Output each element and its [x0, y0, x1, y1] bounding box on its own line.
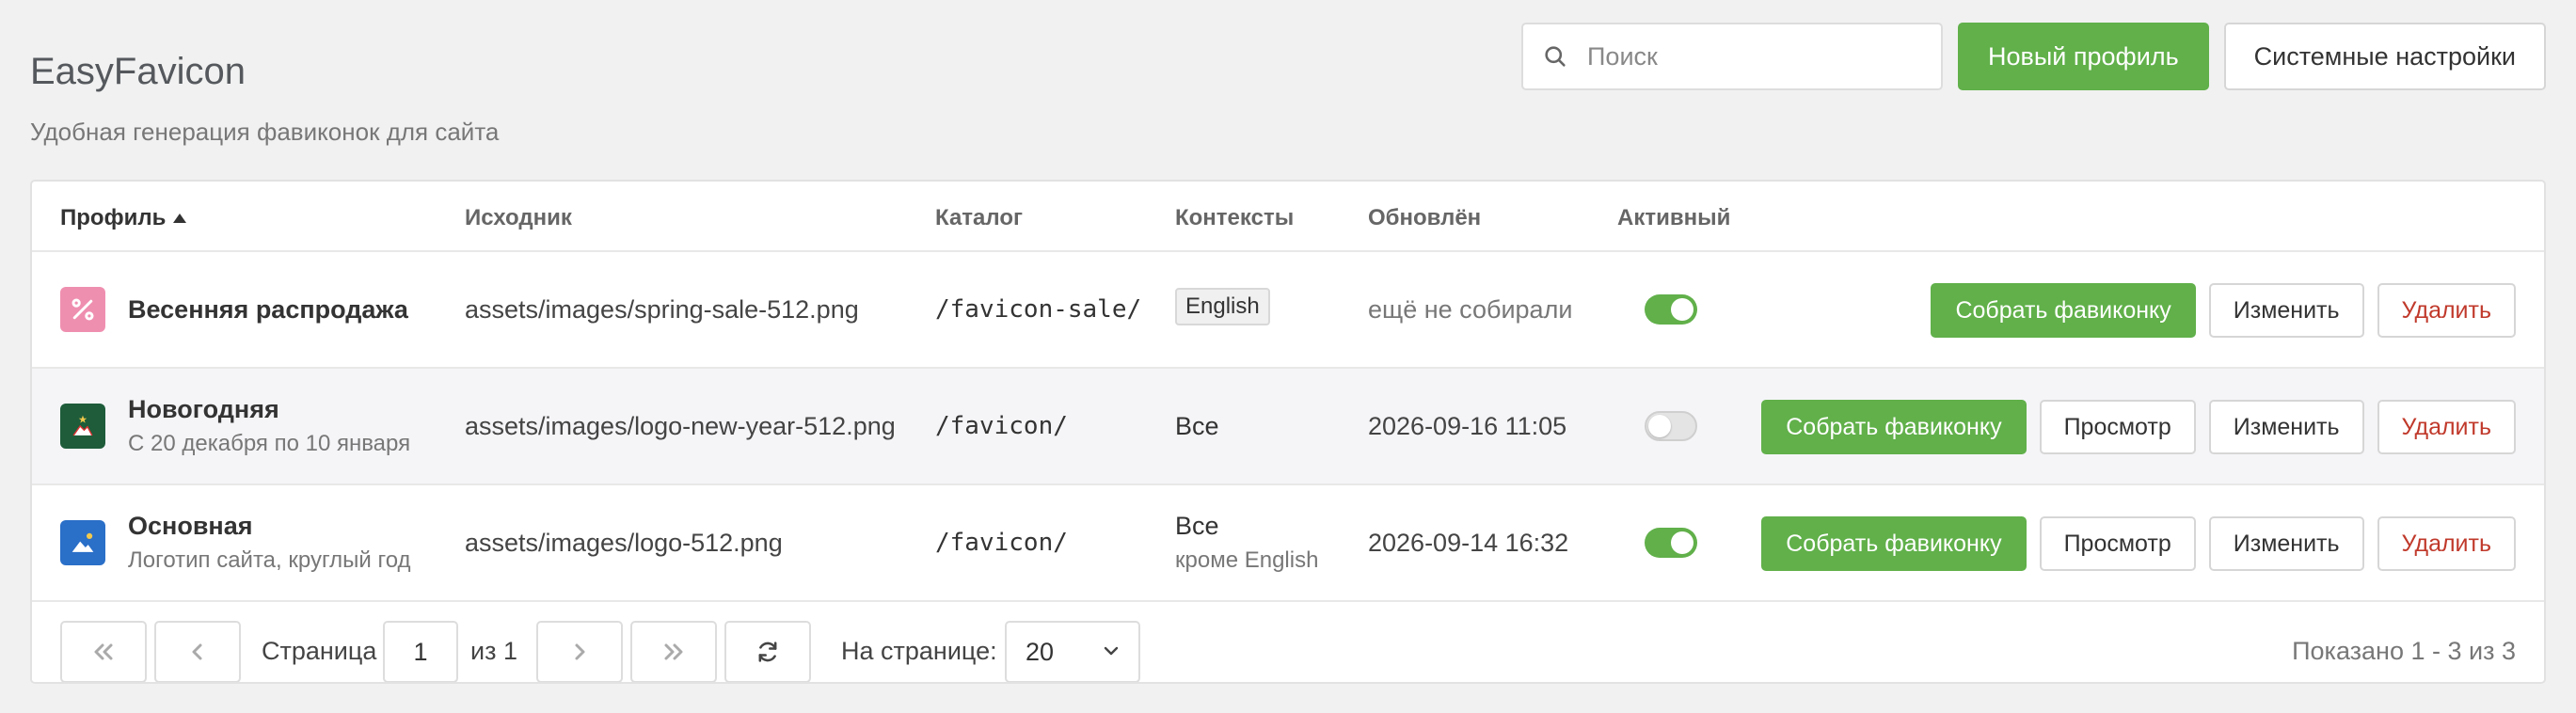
chevron-right-icon — [575, 643, 585, 660]
profile-title: Новогодняя — [128, 395, 279, 423]
active-toggle[interactable] — [1645, 411, 1697, 441]
column-header-updated: Обновлён — [1368, 205, 1482, 230]
column-header-profile[interactable]: Профиль — [60, 205, 187, 231]
context-badge: English — [1175, 288, 1270, 325]
profile-subtitle: Логотип сайта, круглый год — [128, 547, 411, 573]
search-icon — [1545, 46, 1566, 67]
preview-button[interactable]: Просмотр — [2039, 400, 2196, 454]
source-path: assets/images/logo-512.png — [465, 529, 783, 557]
prev-page-button[interactable] — [154, 621, 241, 682]
catalog-path: /favicon-sale/ — [935, 295, 1142, 324]
build-favicon-button[interactable]: Собрать фавиконку — [1761, 516, 2027, 571]
catalog-path: /favicon/ — [935, 529, 1068, 557]
search-box[interactable] — [1521, 23, 1944, 90]
chevron-down-icon — [1104, 646, 1119, 656]
delete-button[interactable]: Удалить — [2377, 400, 2516, 454]
per-page-value: 20 — [1026, 637, 1055, 666]
toggle-knob — [1671, 531, 1693, 554]
column-header-contexts: Контексты — [1175, 205, 1295, 230]
column-profile-label: Профиль — [60, 205, 167, 230]
per-page-select[interactable]: 20 — [1005, 621, 1140, 682]
double-chevron-left-icon — [94, 643, 113, 660]
sort-ascending-icon — [173, 214, 187, 223]
toggle-knob — [1648, 415, 1671, 437]
system-settings-button[interactable]: Системные настройки — [2223, 23, 2546, 90]
preview-button[interactable]: Просмотр — [2039, 516, 2196, 571]
active-toggle[interactable] — [1645, 528, 1697, 558]
delete-button[interactable]: Удалить — [2377, 283, 2516, 338]
edit-button[interactable]: Изменить — [2208, 283, 2364, 338]
pagination-bar: Страница из 1 На странице: 20 Показа — [32, 602, 2544, 682]
row-actions: Собрать фавиконку Просмотр Изменить Удал… — [1761, 516, 2516, 571]
updated-value: ещё не собирали — [1368, 295, 1573, 324]
profile-title: Основная — [128, 512, 253, 540]
row-actions: Собрать фавиконку Изменить Удалить — [1931, 283, 2516, 338]
next-page-button[interactable] — [536, 621, 623, 682]
profile-title: Весенняя распродажа — [128, 295, 408, 324]
updated-value: 2026-09-14 16:32 — [1368, 529, 1569, 557]
edit-button[interactable]: Изменить — [2208, 516, 2364, 571]
column-header-source: Исходник — [465, 205, 572, 230]
table-row: Основная Логотип сайта, круглый год asse… — [32, 485, 2544, 602]
records-shown-text: Показано 1 - 3 из 3 — [2292, 637, 2516, 665]
table-row: Весенняя распродажа assets/images/spring… — [32, 252, 2544, 369]
column-header-catalog: Каталог — [935, 205, 1023, 230]
source-path: assets/images/logo-new-year-512.png — [465, 412, 896, 440]
image-icon — [60, 520, 105, 565]
table-header: Профиль Исходник Каталог Контексты Обнов… — [32, 182, 2544, 252]
row-actions: Собрать фавиконку Просмотр Изменить Удал… — [1761, 400, 2516, 454]
new-year-image-icon — [60, 404, 105, 449]
refresh-icon — [758, 642, 777, 662]
edit-button[interactable]: Изменить — [2208, 400, 2364, 454]
profile-subtitle: С 20 декабря по 10 января — [128, 431, 411, 456]
top-actions: Новый профиль Системные настройки — [1521, 23, 2546, 90]
column-header-active: Активный — [1617, 205, 1731, 230]
delete-button[interactable]: Удалить — [2377, 516, 2516, 571]
profiles-panel: Профиль Исходник Каталог Контексты Обнов… — [30, 180, 2546, 684]
context-note: кроме English — [1175, 547, 1319, 573]
source-path: assets/images/spring-sale-512.png — [465, 295, 859, 324]
toggle-knob — [1671, 298, 1693, 321]
last-page-button[interactable] — [630, 621, 717, 682]
table-row: Новогодняя С 20 декабря по 10 января ass… — [32, 369, 2544, 485]
active-toggle[interactable] — [1645, 294, 1697, 325]
app-title: EasyFavicon — [30, 51, 246, 92]
page-total-label: из 1 — [470, 637, 517, 665]
catalog-path: /favicon/ — [935, 412, 1068, 440]
refresh-button[interactable] — [724, 621, 811, 682]
search-input[interactable] — [1587, 41, 1927, 71]
page-number-input[interactable] — [383, 621, 458, 682]
first-page-button[interactable] — [60, 621, 147, 682]
build-favicon-button[interactable]: Собрать фавиконку — [1931, 283, 2196, 338]
percent-icon — [60, 287, 105, 332]
updated-value: 2026-09-16 11:05 — [1368, 412, 1567, 440]
build-favicon-button[interactable]: Собрать фавиконку — [1761, 400, 2027, 454]
double-chevron-right-icon — [664, 643, 683, 660]
page-label: Страница — [262, 637, 377, 665]
app-subtitle: Удобная генерация фавиконок для сайта — [30, 118, 500, 146]
context-value: Все — [1175, 512, 1219, 540]
per-page-label: На странице: — [841, 637, 997, 665]
context-value: Все — [1175, 412, 1219, 440]
chevron-left-icon — [192, 643, 202, 660]
new-profile-button[interactable]: Новый профиль — [1958, 23, 2209, 90]
